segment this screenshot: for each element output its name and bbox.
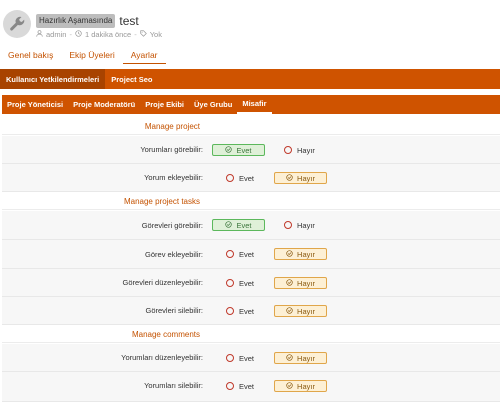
permission-row: Görevleri silebilir: Evet Hayır [2,297,500,325]
no-option-selected[interactable]: Hayır [274,172,327,184]
permission-label: Yorumları düzenleyebilir: [121,353,203,362]
tab-member-group[interactable]: Üye Grubu [189,95,237,114]
tab-project-moderator[interactable]: Proje Moderatörü [68,95,140,114]
permission-row: Görevleri görebilir: Evet Hayır [2,211,500,240]
yes-option[interactable]: Evet [226,352,254,364]
option-label: Hayır [297,145,315,155]
check-circle-icon [286,381,293,391]
yes-option[interactable]: Evet [226,277,254,289]
radio-icon [226,279,234,287]
option-label: Evet [239,381,255,391]
section-heading: Manage project tasks [2,193,500,210]
tab-project-manager[interactable]: Proje Yöneticisi [2,95,68,114]
meta-time: 1 dakika önce [84,30,132,39]
radio-icon [284,221,292,229]
check-circle-icon [286,249,293,259]
check-circle-icon [286,278,293,288]
no-option-selected[interactable]: Hayır [274,277,327,289]
option-label: Evet [236,220,252,230]
settings-tabs: Kullanıcı Yetkilendirmeleri Project Seo [0,69,500,89]
permission-row: Yorumları düzenleyebilir: Evet Hayır [2,344,500,372]
permission-label: Görev ekleyebilir: [145,250,203,259]
tab-guest[interactable]: Misafir [237,95,272,114]
no-option-selected[interactable]: Hayır [274,305,327,317]
permission-label: Yorumları silebilir: [144,381,203,390]
section-title: Manage comments [131,330,200,339]
radio-icon [284,146,292,154]
option-label: Hayır [297,249,315,259]
radio-icon [226,174,234,182]
option-label: Hayır [297,173,315,183]
section-title: Manage project [144,122,200,131]
yes-option[interactable]: Evet [226,172,254,184]
yes-option-selected[interactable]: Evet [212,219,265,231]
tab-settings[interactable]: Ayarlar [122,48,166,64]
option-label: Hayır [297,220,315,230]
option-label: Evet [236,145,252,155]
user-icon [36,30,43,39]
option-label: Hayır [297,381,315,391]
no-option-selected[interactable]: Hayır [274,380,327,392]
clock-icon [75,30,82,39]
option-label: Evet [239,173,255,183]
role-tabs: Proje Yöneticisi Proje Moderatörü Proje … [2,95,500,114]
permission-label: Görevleri görebilir: [141,221,203,230]
permission-row: Görev ekleyebilir: Evet Hayır [2,240,500,269]
section-title: Manage project tasks [123,197,200,206]
permission-row: Yorumları görebilir: Evet Hayır [2,136,500,164]
project-header: Hazırlık Aşamasında test admin - 1 dakik… [0,0,500,44]
divider [2,401,500,402]
tab-project-team[interactable]: Proje Ekibi [140,95,189,114]
section-heading: Manage project [2,118,500,135]
check-circle-icon [286,353,293,363]
wrench-icon [3,10,31,38]
option-label: Hayır [297,353,315,363]
check-circle-icon [286,306,293,316]
tab-project-seo[interactable]: Project Seo [105,69,158,89]
no-option-selected[interactable]: Hayır [274,352,327,364]
yes-option[interactable]: Evet [226,380,254,392]
tag-icon [140,30,147,39]
option-label: Evet [239,306,255,316]
page-title: test [119,14,139,28]
tab-team-members[interactable]: Ekip Üyeleri [61,48,122,63]
meta-row: admin - 1 dakika önce - Yok [36,30,162,39]
main-tabs: Genel bakış Ekip Üyeleri Ayarlar [0,48,500,64]
yes-option-selected[interactable]: Evet [212,144,265,156]
tab-user-permissions[interactable]: Kullanıcı Yetkilendirmeleri [0,69,106,89]
option-label: Evet [239,278,255,288]
radio-icon [226,382,234,390]
radio-icon [226,250,234,258]
check-circle-icon [286,173,293,183]
option-label: Evet [239,353,255,363]
option-label: Hayır [297,278,315,288]
permission-row: Yorumları silebilir: Evet Hayır [2,372,500,401]
permission-label: Görevleri silebilir: [145,306,203,315]
yes-option[interactable]: Evet [226,305,254,317]
permission-label: Yorum ekleyebilir: [144,173,203,182]
meta-tag: Yok [149,30,162,39]
check-circle-icon [225,145,233,155]
check-circle-icon [225,220,233,230]
yes-option[interactable]: Evet [226,248,254,260]
permission-label: Yorumları görebilir: [140,145,203,154]
no-option[interactable]: Hayır [284,219,315,231]
radio-icon [226,354,234,362]
permission-row: Görevleri düzenleyebilir: Evet Hayır [2,269,500,297]
option-label: Hayır [297,306,315,316]
tab-overview[interactable]: Genel bakış [0,48,61,63]
no-option-selected[interactable]: Hayır [274,248,327,260]
permission-label: Görevleri düzenleyebilir: [122,278,203,287]
status-badge: Hazırlık Aşamasında [36,14,116,28]
option-label: Evet [239,249,255,259]
section-heading: Manage comments [2,326,500,343]
no-option[interactable]: Hayır [284,144,315,156]
meta-user: admin [46,30,67,39]
radio-icon [226,307,234,315]
permission-row: Yorum ekleyebilir: Evet Hayır [2,164,500,192]
